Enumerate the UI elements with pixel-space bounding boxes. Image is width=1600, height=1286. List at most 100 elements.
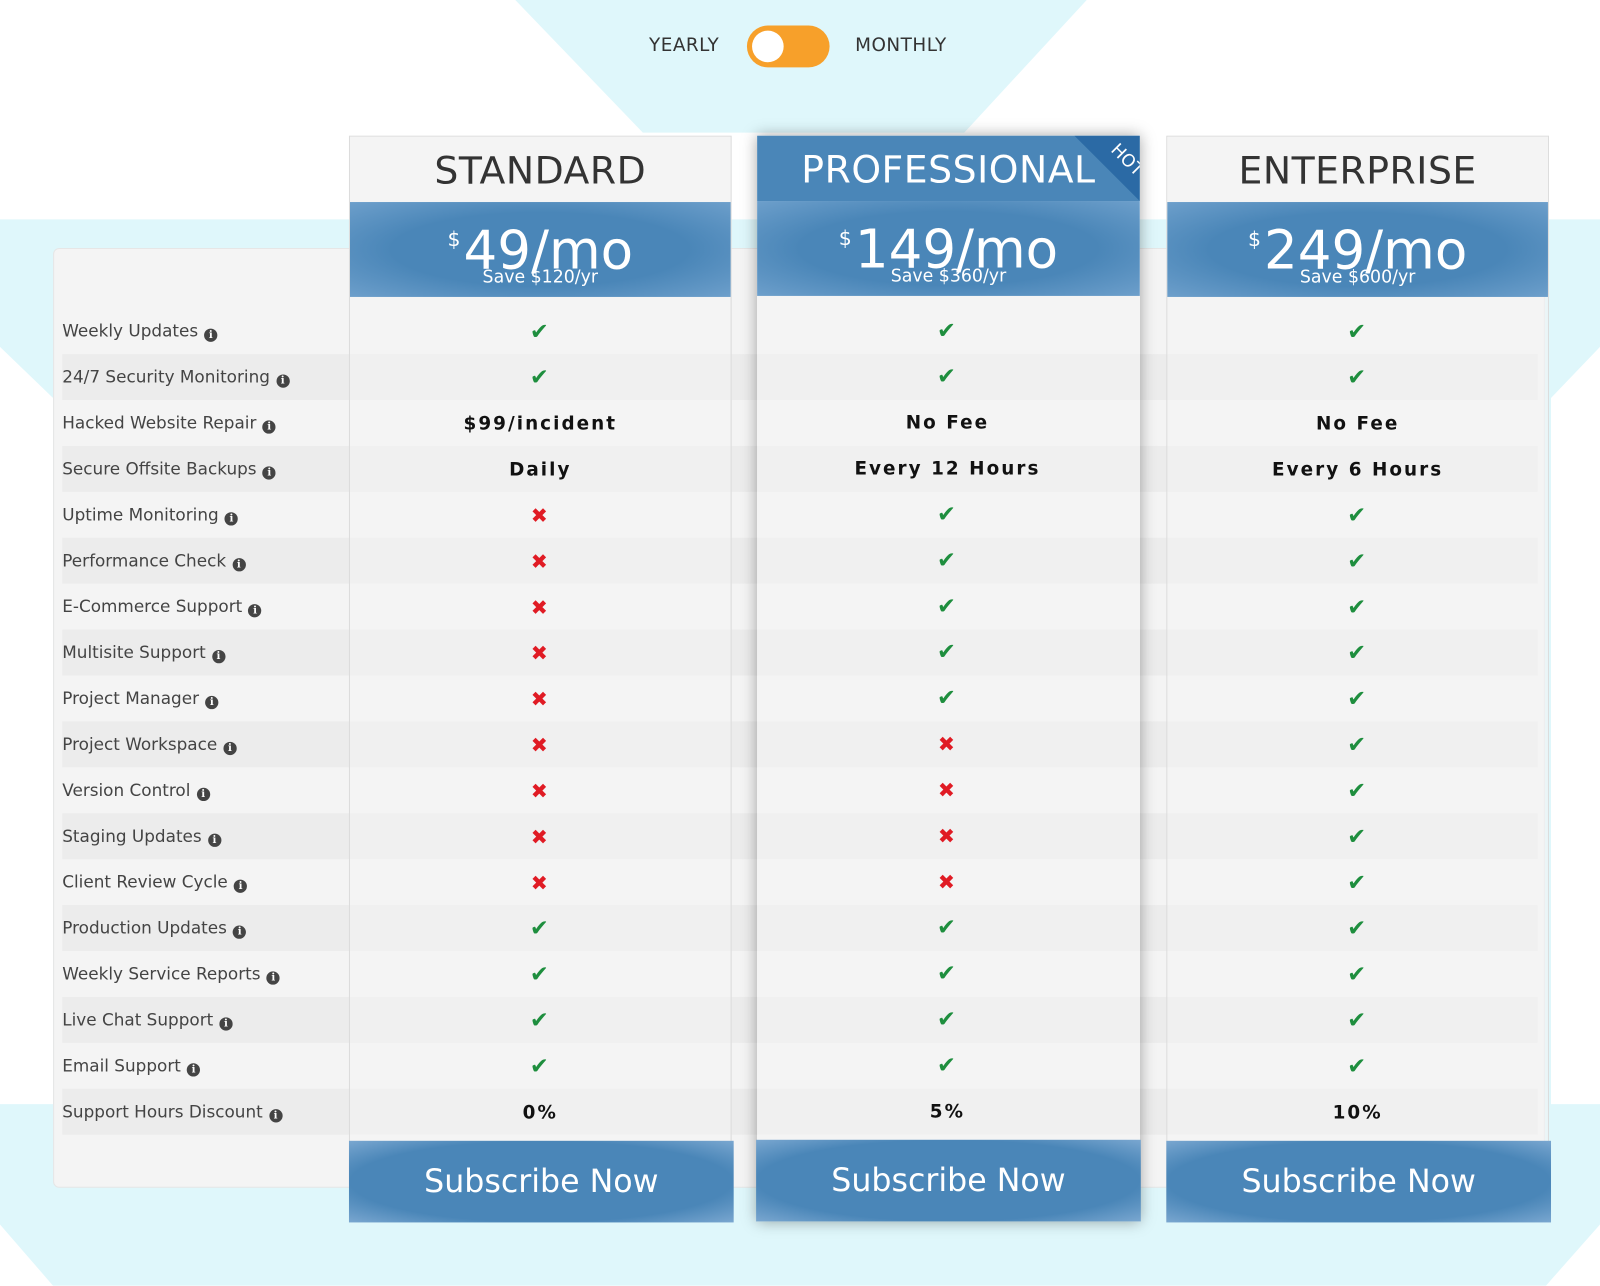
info-icon[interactable]: i [233,925,247,939]
info-icon[interactable]: i [211,649,226,664]
info-icon[interactable]: i [232,558,246,572]
feature-name: Email Support [62,1056,181,1076]
info-icon[interactable]: i [207,833,222,847]
feature-label: Performance Check i [62,538,246,584]
cross-icon: ✖ [530,778,550,804]
check-icon: ✔ [1347,503,1369,529]
feature-label: Email Support i [62,1043,201,1089]
feature-label: Version Control i [62,767,210,813]
feature-label: Weekly Updates i [62,308,218,354]
cross-icon: ✖ [530,594,550,620]
info-icon[interactable]: i [219,1017,233,1031]
toggle-monthly-label[interactable]: MONTHLY [855,35,947,56]
cross-icon: ✖ [530,824,550,849]
info-icon[interactable]: i [224,512,239,526]
check-icon: ✔ [529,365,551,391]
feature-label: Weekly Service Reports i [62,951,280,997]
info-icon[interactable]: i [268,1109,283,1123]
check-icon: ✔ [1347,594,1369,621]
feature-label: Live Chat Support i [62,997,233,1043]
feature-label: Client Review Cycle i [62,859,248,905]
info-icon[interactable]: i [262,466,276,480]
feature-label: Secure Offsite Backups i [62,446,276,492]
feature-value: 10% [1332,1102,1383,1124]
subscribe-button[interactable]: Subscribe Now [756,1139,1141,1222]
feature-value: 0% [522,1102,558,1124]
check-icon: ✔ [1347,824,1369,850]
cross-icon: ✖ [937,731,958,757]
check-icon: ✔ [529,319,551,345]
info-icon[interactable]: i [276,374,290,388]
check-icon: ✔ [1347,548,1369,575]
cross-icon: ✖ [530,732,550,758]
check-icon: ✔ [529,1054,551,1080]
info-icon[interactable]: i [223,741,237,756]
info-icon[interactable]: i [266,971,280,985]
feature-value: 5% [929,1101,966,1123]
plan-card-professional: PROFESSIONAL $149/mo Save $360/yr HOT Su… [756,135,1141,1222]
check-icon: ✔ [1347,640,1369,667]
feature-value: No Fee [905,412,990,434]
feature-value: Every 12 Hours [854,458,1041,480]
feature-name: Project Manager [62,688,200,709]
cross-icon: ✖ [530,548,550,574]
subscribe-button[interactable]: Subscribe Now [1166,1140,1552,1223]
price-band: $249/mo Save $600/yr [1167,202,1548,297]
info-icon[interactable]: i [186,1063,201,1077]
feature-value: Every 6 Hours [1272,459,1444,481]
feature-name: Support Hours Discount [62,1102,263,1122]
check-icon: ✔ [937,1007,958,1033]
pricing-page: YEARLY MONTHLY STANDARD $49/mo Save $120… [0,0,1600,1286]
check-icon: ✔ [1347,962,1369,988]
cross-icon: ✖ [530,870,550,895]
info-icon[interactable]: i [196,787,210,802]
plan-name: STANDARD [349,136,731,203]
feature-name: Secure Offsite Backups [62,459,257,479]
currency-symbol: $ [447,226,461,252]
feature-name: Performance Check [62,551,227,571]
feature-name: Multisite Support [62,642,206,663]
toggle-knob [752,30,784,63]
check-icon: ✔ [937,547,958,574]
feature-label: Project Manager i [62,676,219,722]
feature-label: Staging Updates i [62,813,222,859]
toggle-yearly-label[interactable]: YEARLY [649,35,719,56]
feature-name: Hacked Website Repair [62,413,257,433]
check-icon: ✔ [937,1053,958,1079]
info-icon[interactable]: i [233,879,248,893]
plan-savings: Save $360/yr [890,266,1007,287]
hot-badge: HOT [1106,139,1140,181]
info-icon[interactable]: i [204,328,218,342]
price-band: $149/mo Save $360/yr [757,201,1140,296]
feature-name: Version Control [62,780,191,800]
subscribe-button[interactable]: Subscribe Now [348,1140,734,1223]
feature-label: Hacked Website Repair i [62,400,276,446]
feature-name: Live Chat Support [62,1010,214,1030]
feature-label: Project Workspace i [62,721,237,767]
feature-label: Uptime Monitoring i [62,492,239,538]
check-icon: ✔ [937,685,958,712]
billing-period-toggle[interactable] [746,25,830,68]
feature-name: 24/7 Security Monitoring [62,367,270,387]
check-icon: ✔ [529,962,551,988]
info-icon[interactable]: i [205,695,219,710]
info-icon[interactable]: i [248,604,262,618]
check-icon: ✔ [1347,1054,1369,1080]
check-icon: ✔ [937,639,958,666]
check-icon: ✔ [1347,870,1369,896]
feature-name: Weekly Service Reports [62,964,261,984]
currency-symbol: $ [838,225,852,250]
cross-icon: ✖ [937,869,958,894]
feature-label: Support Hours Discount i [62,1089,283,1135]
info-icon[interactable]: i [262,420,276,434]
feature-label: E-Commerce Support i [62,584,262,630]
cross-icon: ✖ [530,686,550,712]
check-icon: ✔ [937,364,958,390]
feature-value: Daily [509,459,572,481]
plan-savings: Save $120/yr [482,267,599,288]
check-icon: ✔ [937,593,958,620]
hot-ribbon: HOT [1074,135,1140,202]
check-icon: ✔ [1347,1008,1369,1034]
check-icon: ✔ [1347,686,1369,713]
currency-symbol: $ [1247,226,1261,252]
